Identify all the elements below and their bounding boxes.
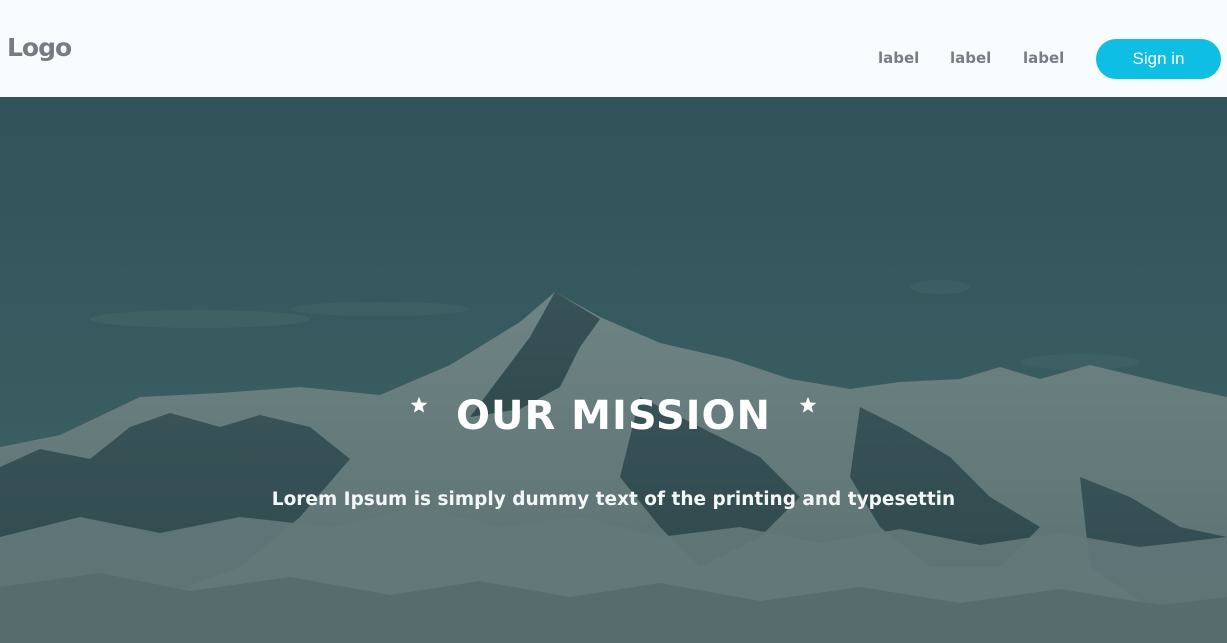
hero-title-row: OUR MISSION — [0, 393, 1227, 449]
hero-banner: OUR MISSION Lorem Ipsum is simply dummy … — [0, 97, 1227, 643]
nav-link-3[interactable]: label — [1023, 49, 1064, 67]
nav-links: label label label — [0, 49, 1227, 69]
sign-in-button[interactable]: Sign in — [1096, 39, 1221, 79]
hero-title: OUR MISSION — [455, 393, 772, 439]
hero-overlay — [0, 97, 1227, 643]
nav-link-2[interactable]: label — [950, 49, 991, 67]
hero-subtitle: Lorem Ipsum is simply dummy text of the … — [271, 489, 956, 510]
star-icon — [799, 396, 817, 413]
nav-link-1[interactable]: label — [878, 49, 919, 67]
top-navbar: Logo label label label Sign in — [0, 0, 1227, 97]
